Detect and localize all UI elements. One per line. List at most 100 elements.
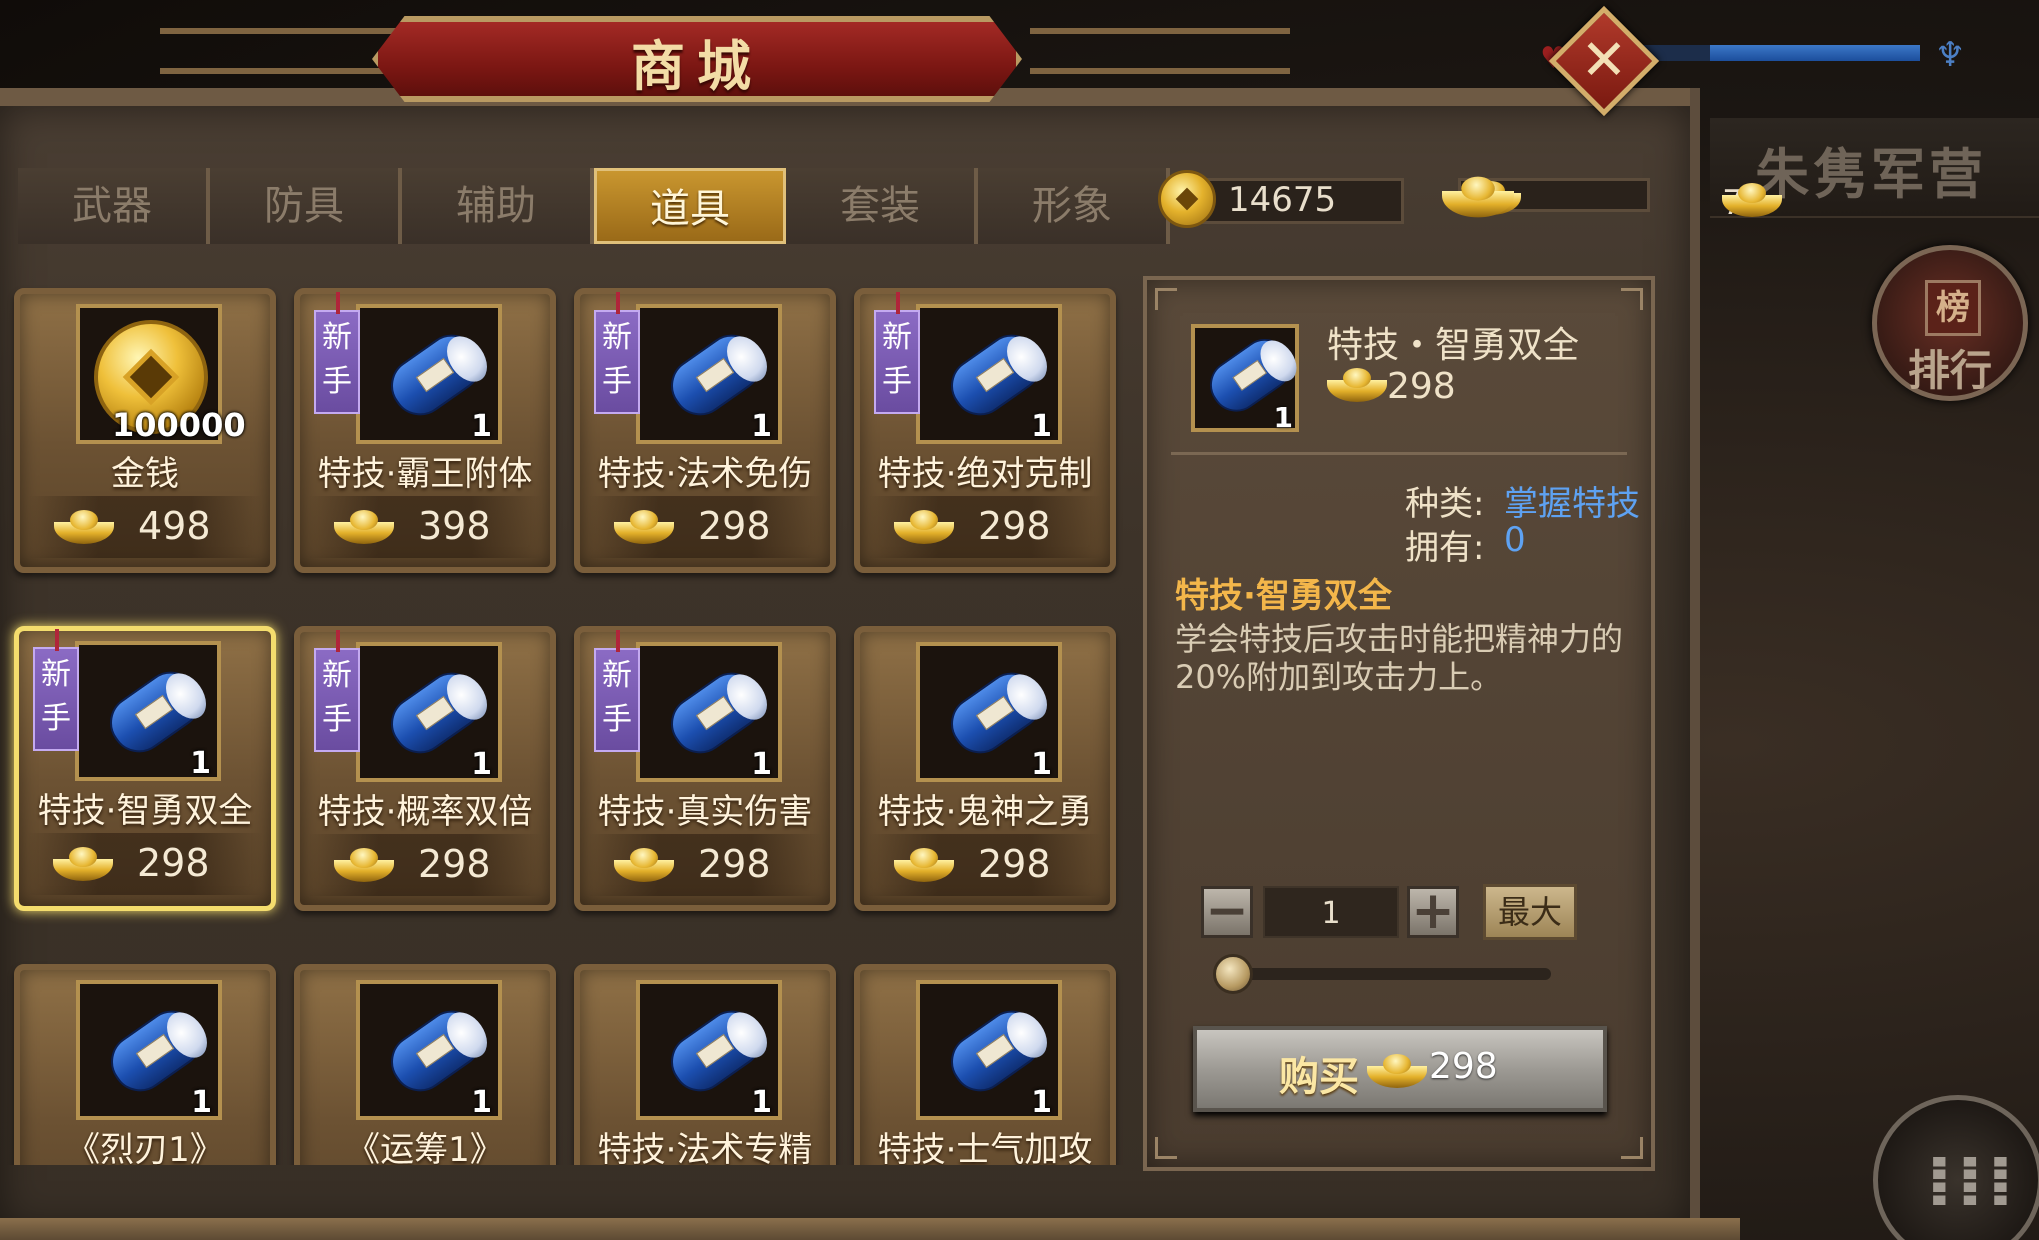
ingot-balance: 7 <box>1722 183 1783 223</box>
newbie-tag: 新手 <box>594 630 640 752</box>
tab-4[interactable]: 套装 <box>786 168 978 244</box>
close-icon[interactable]: ✕ <box>1565 22 1643 100</box>
scroll-icon <box>660 323 776 427</box>
item-card[interactable]: 1 特技·士气加攻 <box>854 964 1116 1165</box>
tab-1[interactable]: 防具 <box>210 168 402 244</box>
item-card[interactable]: 新手 1 特技·概率双倍 298 <box>294 626 556 911</box>
corner-ornament <box>1155 288 1177 310</box>
scroll-icon <box>940 999 1056 1103</box>
title-ornament-right <box>1030 28 1290 74</box>
ranking-icon: 榜 <box>1925 280 1981 336</box>
item-qty: 100000 <box>112 406 246 444</box>
item-card[interactable]: 新手 1 特技·霸王附体 398 <box>294 288 556 573</box>
item-thumbnail: 1 <box>916 980 1062 1120</box>
newbie-tag: 新手 <box>874 292 920 414</box>
item-card[interactable]: 新手 1 特技·真实伤害 298 <box>574 626 836 911</box>
gold-ingot-icon <box>334 510 394 544</box>
item-price-bar: 298 <box>588 496 822 558</box>
item-detail-panel: 1 特技・智勇双全 298 种类: 掌握特技 拥有: 0 特技·智勇双全 学会特… <box>1143 276 1655 1171</box>
item-card[interactable]: 新手 1 特技·绝对克制 298 <box>854 288 1116 573</box>
divider <box>1171 452 1627 455</box>
item-price: 398 <box>418 504 491 548</box>
item-name: 《烈刃1》 <box>66 1130 224 1165</box>
item-card[interactable]: 1 特技·法术专精 <box>574 964 836 1165</box>
item-qty: 1 <box>751 409 772 444</box>
detail-skill-title: 特技·智勇双全 <box>1175 576 1392 616</box>
kind-label: 种类: <box>1405 484 1485 524</box>
item-name: 金钱 <box>111 454 179 494</box>
item-grid[interactable]: 100000 金钱 498 新手 1 特技·霸王附体 398 新手 1 特技·法术免伤 298 新手 1… <box>0 280 1140 1165</box>
item-name: 特技·霸王附体 <box>317 454 533 494</box>
buy-label: 购买 <box>1279 1054 1359 1100</box>
item-price: 498 <box>138 504 211 548</box>
item-price: 298 <box>978 504 1051 548</box>
quantity-slider-handle[interactable] <box>1213 954 1253 994</box>
camp-title: 朱隽军营 <box>1755 143 1987 206</box>
scroll-icon <box>660 661 776 765</box>
item-card[interactable]: 新手 1 特技·智勇双全 298 <box>14 626 276 911</box>
blue-faction-icon: ♆ <box>1935 35 1966 75</box>
increase-quantity-button[interactable]: + <box>1407 885 1459 938</box>
item-qty: 1 <box>471 747 492 782</box>
item-name: 特技·法术专精 <box>597 1130 813 1165</box>
item-card[interactable]: 1 特技·鬼神之勇 298 <box>854 626 1116 911</box>
newbie-tag: 新手 <box>33 629 79 751</box>
gold-ingot-icon <box>1327 368 1387 406</box>
bottom-rail <box>0 1218 1740 1240</box>
detail-description: 学会特技后攻击时能把精神力的20%附加到攻击力上。 <box>1175 620 1624 696</box>
copper-coin-icon <box>1158 170 1216 228</box>
item-qty: 1 <box>1031 409 1052 444</box>
item-price-bar: 298 <box>588 834 822 896</box>
buy-button[interactable]: 购买 298 <box>1193 1026 1607 1112</box>
item-thumbnail: 100000 <box>76 304 246 444</box>
gold-ingot-icon <box>334 848 394 882</box>
item-qty: 1 <box>1031 1085 1052 1120</box>
item-card[interactable]: 100000 金钱 498 <box>14 288 276 573</box>
item-name: 特技·法术免伤 <box>597 454 813 494</box>
item-price-bar: 298 <box>308 834 542 896</box>
item-qty: 1 <box>751 1085 772 1120</box>
item-thumbnail: 1 <box>636 980 782 1120</box>
item-name: 特技·绝对克制 <box>877 454 1093 494</box>
gold-balance: 14675 <box>1228 180 1337 220</box>
item-name: 特技·士气加攻 <box>877 1130 1093 1165</box>
item-card[interactable]: 新手 1 特技·法术免伤 298 <box>574 288 836 573</box>
item-thumbnail: 1 <box>916 642 1062 782</box>
max-quantity-button[interactable]: 最大 <box>1483 884 1577 940</box>
buy-total-price: 298 <box>1429 1046 1498 1087</box>
item-name: 特技·智勇双全 <box>37 791 253 831</box>
detail-item-qty: 1 <box>1273 401 1293 434</box>
detail-item-price: 298 <box>1387 366 1456 407</box>
tab-0[interactable]: 武器 <box>18 168 210 244</box>
ranking-button[interactable]: 榜 排行 <box>1872 245 2028 401</box>
item-price: 298 <box>698 504 771 548</box>
kind-value: 掌握特技 <box>1504 484 1640 524</box>
tab-2[interactable]: 辅助 <box>402 168 594 244</box>
item-qty: 1 <box>471 409 492 444</box>
item-thumbnail: 1 <box>916 304 1062 444</box>
item-card[interactable]: 1 《运筹1》 <box>294 964 556 1165</box>
decrease-quantity-button[interactable]: − <box>1201 885 1253 938</box>
item-name: 特技·概率双倍 <box>317 792 533 832</box>
item-price-bar: 398 <box>308 496 542 558</box>
item-card[interactable]: 1 《烈刃1》 <box>14 964 276 1165</box>
scroll-icon <box>380 999 496 1103</box>
newbie-tag: 新手 <box>594 292 640 414</box>
owned-label: 拥有: <box>1405 528 1485 568</box>
item-price: 298 <box>418 842 491 886</box>
tab-5[interactable]: 形象 <box>978 168 1170 244</box>
scroll-icon <box>380 661 496 765</box>
gold-ingot-icon <box>54 510 114 544</box>
tab-3[interactable]: 道具 <box>594 168 786 244</box>
window-title: 商城 <box>631 35 763 98</box>
scroll-icon <box>100 999 216 1103</box>
gold-ingot-icon <box>614 848 674 882</box>
corner-ornament <box>1621 1137 1643 1159</box>
item-qty: 1 <box>190 746 211 781</box>
item-thumbnail: 1 <box>356 980 502 1120</box>
quantity-input[interactable]: 1 <box>1263 886 1399 938</box>
gold-ingot-icon <box>894 848 954 882</box>
scroll-icon <box>660 999 776 1103</box>
item-thumbnail: 1 <box>356 304 502 444</box>
quantity-slider-track[interactable] <box>1231 968 1551 980</box>
